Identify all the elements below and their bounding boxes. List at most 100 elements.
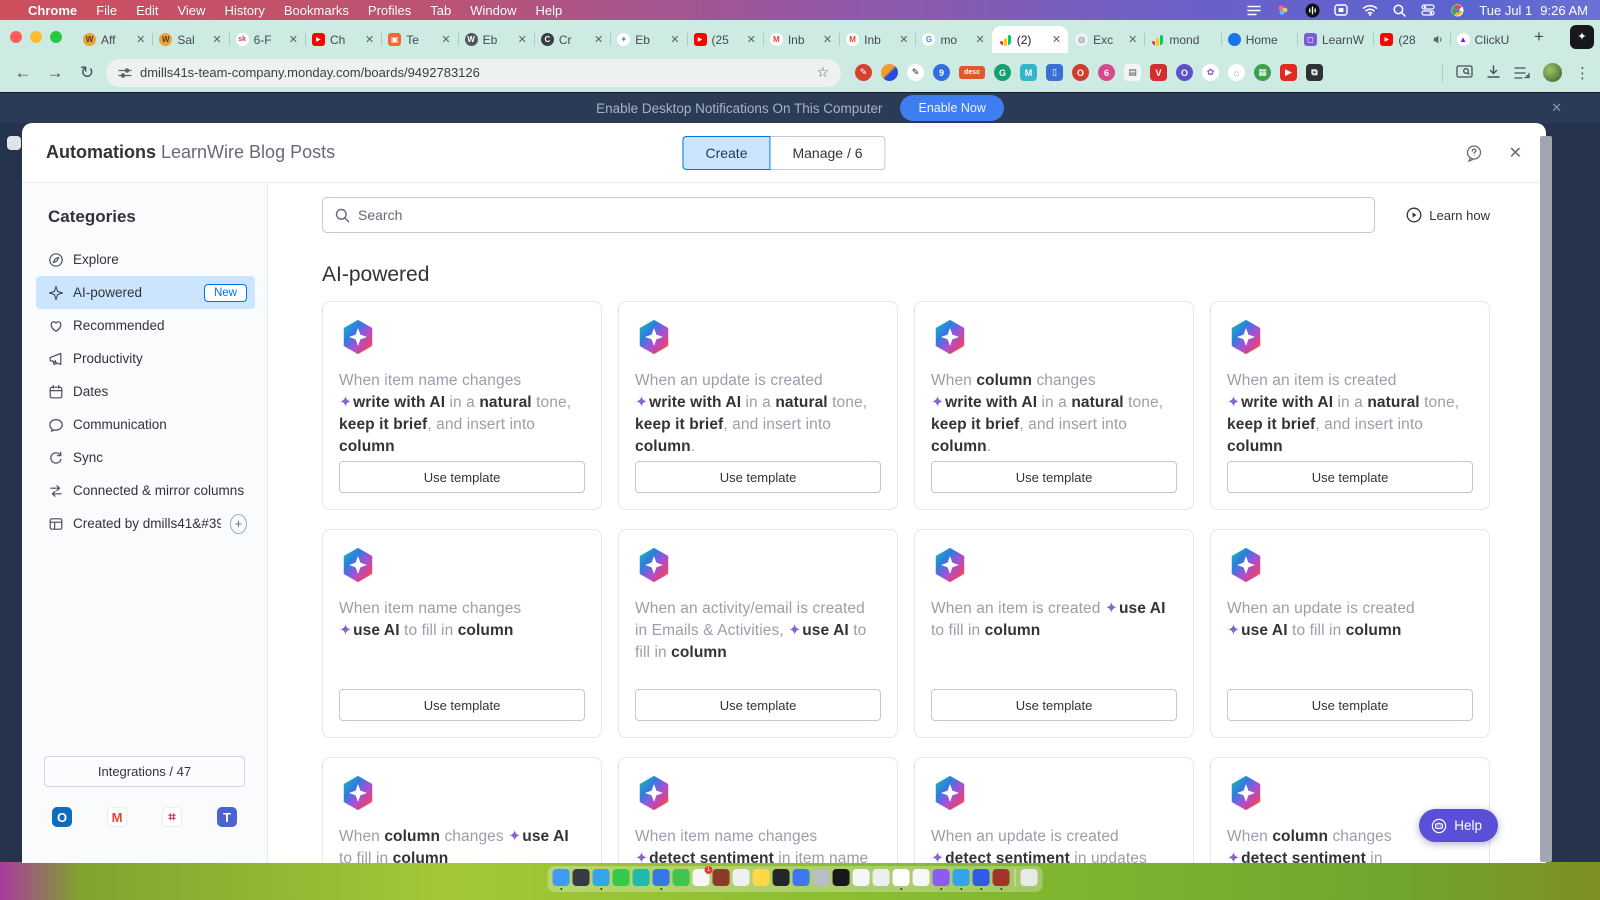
menu-chrome[interactable]: Chrome [28, 3, 77, 18]
tab-close-icon[interactable]: ✕ [823, 33, 832, 46]
screen-mirror-icon[interactable] [1333, 3, 1349, 17]
menu-help[interactable]: Help [536, 3, 563, 18]
help-button[interactable]: Help [1419, 809, 1498, 842]
browser-tab[interactable]: ▶ (28 [1373, 26, 1449, 53]
browser-tab[interactable]: ✦ Eb ✕ [610, 26, 686, 53]
tab-close-icon[interactable]: ✕ [289, 33, 298, 46]
dock-app-zoom[interactable] [952, 869, 970, 890]
pink-six-extension-icon[interactable]: 6 [1098, 64, 1115, 81]
clipboard-extension-icon[interactable]: ⧉ [1306, 64, 1323, 81]
browser-tab[interactable]: W Sal ✕ [152, 26, 228, 53]
dock-app-flame-app[interactable] [992, 869, 1010, 890]
tab-close-icon[interactable]: ✕ [899, 33, 908, 46]
green-grid-extension-icon[interactable]: ▦ [1254, 64, 1271, 81]
sidebar-item-productivity[interactable]: Productivity [36, 342, 255, 375]
tab-close-icon[interactable]: ✕ [594, 33, 603, 46]
menu-history[interactable]: History [224, 3, 264, 18]
chrome-menu-icon[interactable]: ⋮ [1575, 64, 1590, 82]
browser-tab[interactable]: ▶ Ch ✕ [304, 26, 381, 53]
tab-close-icon[interactable]: ✕ [670, 33, 679, 46]
browser-tab[interactable]: W Eb ✕ [457, 26, 534, 53]
flame-extension-icon[interactable] [881, 64, 898, 81]
browser-tab[interactable]: mond [1144, 26, 1220, 53]
dock-app-slack-app[interactable] [972, 869, 990, 890]
dock-app-finder[interactable] [552, 869, 570, 890]
spotlight-icon[interactable] [1391, 3, 1407, 17]
template-card[interactable]: When column changes ✦use AI to fill in c… [322, 757, 602, 863]
template-card[interactable]: When an item is created ✦use AI to fill … [914, 529, 1194, 738]
use-template-button[interactable]: Use template [635, 461, 881, 493]
dock-app-notes[interactable] [752, 869, 770, 886]
back-button[interactable]: ← [10, 63, 36, 83]
sidebar-item-dates[interactable]: Dates [36, 375, 255, 408]
browser-tab[interactable]: ◍ Exc ✕ [1068, 26, 1144, 53]
grammarly-extension-icon[interactable]: G [994, 64, 1011, 81]
tab-manage[interactable]: Manage / 6 [770, 135, 886, 170]
browser-tab[interactable]: ▣ Te ✕ [381, 26, 457, 53]
browser-tab[interactable]: Gmo ✕ [915, 26, 991, 53]
teal-m-extension-icon[interactable]: M [1020, 64, 1037, 81]
search-box[interactable] [322, 197, 1375, 233]
dock-app-facetime[interactable] [672, 869, 690, 886]
menu-file[interactable]: File [96, 3, 117, 18]
sidebar-item-recommended[interactable]: Recommended [36, 309, 255, 342]
sidebar-item-sync[interactable]: Sync [36, 441, 255, 474]
dock-app-reminders[interactable] [852, 869, 870, 886]
tab-close-icon[interactable]: ✕ [1128, 33, 1137, 46]
use-template-button[interactable]: Use template [931, 689, 1177, 721]
tab-create[interactable]: Create [682, 135, 771, 170]
dock-app-pages[interactable] [912, 869, 930, 886]
minimize-window-button[interactable] [30, 30, 42, 43]
veed-extension-icon[interactable]: V [1150, 64, 1167, 81]
sidebar-item-connected-mirror-columns[interactable]: Connected & mirror columns [36, 474, 255, 507]
use-template-button[interactable]: Use template [339, 461, 585, 493]
red-o-extension-icon[interactable]: O [1072, 64, 1089, 81]
tab-close-icon[interactable]: ✕ [136, 33, 145, 46]
tab-close-icon[interactable]: ✕ [441, 33, 450, 46]
dock-app-appstore[interactable] [792, 869, 810, 886]
dock-app-launchpad[interactable] [572, 869, 590, 886]
dock-app-preview[interactable] [732, 869, 750, 886]
slack-icon[interactable]: ⌗ [162, 807, 182, 827]
new-tab-button[interactable]: + [1526, 24, 1552, 50]
site-settings-icon[interactable] [118, 66, 132, 80]
add-category-button[interactable]: + [229, 513, 247, 534]
integrations-button[interactable]: Integrations / 47 [44, 756, 245, 787]
dock-app-calendar[interactable]: 1 [692, 866, 713, 886]
forward-button[interactable]: → [42, 63, 68, 83]
browser-tab-active[interactable]: (2) ✕ [991, 26, 1069, 53]
browser-tab[interactable]: ▶ (25 ✕ [686, 26, 763, 53]
notification-close-icon[interactable]: ✕ [1551, 100, 1562, 116]
template-card[interactable]: When item name changes ✦write with AI in … [322, 301, 602, 510]
browser-tab[interactable]: W Aff ✕ [76, 26, 152, 53]
menu-view[interactable]: View [177, 3, 205, 18]
screen-search-icon[interactable] [1456, 65, 1473, 80]
menu-bookmarks[interactable]: Bookmarks [284, 3, 349, 18]
use-template-button[interactable]: Use template [931, 461, 1177, 493]
home-extension-icon[interactable]: ⌂ [1228, 64, 1245, 81]
teams-icon[interactable]: T [217, 807, 237, 827]
notes-extension-icon[interactable]: ▤ [1124, 64, 1141, 81]
tab-close-icon[interactable]: ✕ [976, 33, 985, 46]
template-card[interactable]: When an activity/email is created in Ema… [618, 529, 898, 738]
chrome-profile-icon[interactable] [1449, 3, 1465, 17]
menu-edit[interactable]: Edit [136, 3, 158, 18]
tab-close-icon[interactable]: ✕ [365, 33, 374, 46]
blue-doc-extension-icon[interactable]: ▯ [1046, 64, 1063, 81]
dock-app-chrome[interactable] [892, 869, 910, 890]
bookmark-star-icon[interactable]: ☆ [816, 64, 829, 81]
close-window-button[interactable] [10, 30, 22, 43]
wifi-icon[interactable] [1362, 3, 1378, 17]
menu-window[interactable]: Window [470, 3, 516, 18]
template-card[interactable]: When an update is created ✦use AI to fill… [1210, 529, 1490, 738]
outlook-icon[interactable]: O [52, 807, 72, 827]
window-switcher-icon[interactable] [1246, 3, 1262, 17]
dock-app-discord[interactable] [932, 869, 950, 890]
tab-search-button[interactable]: ✦ [1570, 24, 1594, 49]
dock-app-tv[interactable] [772, 869, 790, 886]
sidebar-item-communication[interactable]: Communication [36, 408, 255, 441]
dock-app-news[interactable] [812, 869, 830, 886]
blue-nine-extension-icon[interactable]: 9 [933, 64, 950, 81]
sidebar-item-explore[interactable]: Explore [36, 243, 255, 276]
use-template-button[interactable]: Use template [1227, 461, 1473, 493]
